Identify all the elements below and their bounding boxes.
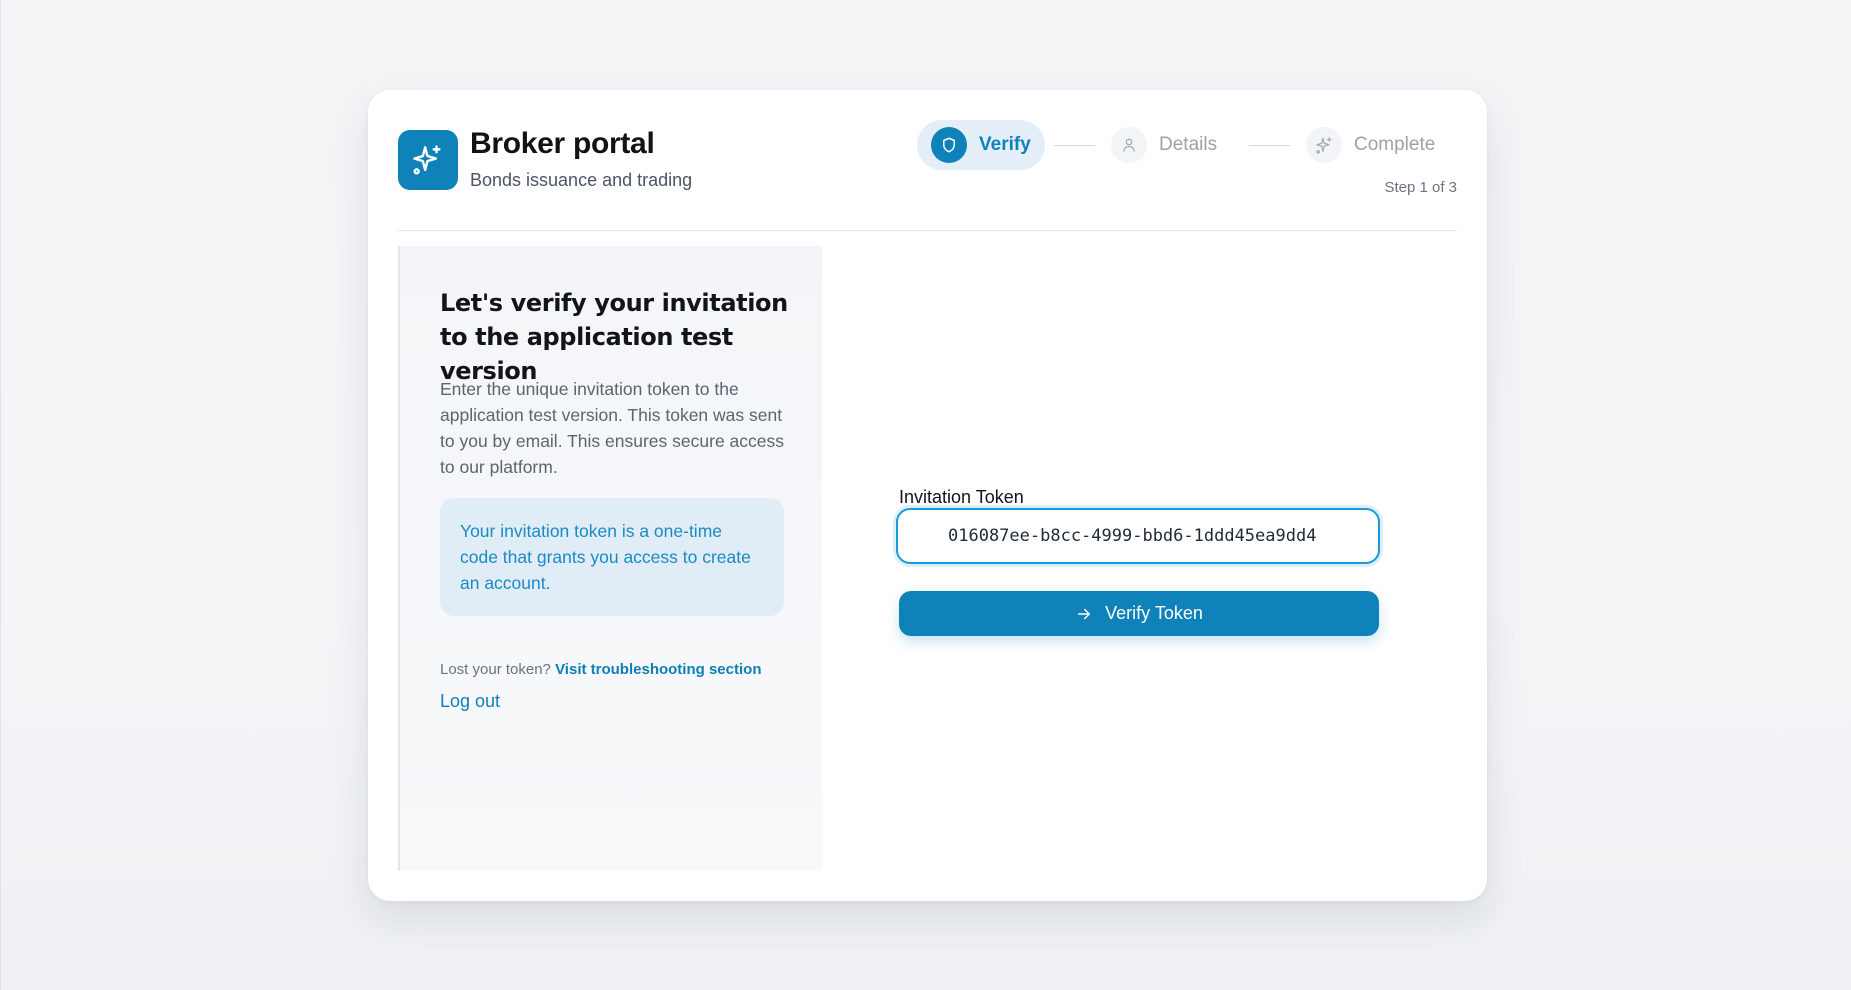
info-description: Enter the unique invitation token to the… [440, 379, 785, 477]
lost-token-row: Lost your token? Visit troubleshooting s… [440, 661, 761, 678]
step-details-label: Details [1159, 134, 1218, 155]
lost-token-text: Lost your token? [440, 661, 551, 678]
verify-token-label: Verify Token [1105, 603, 1203, 623]
arrow-right-icon [1078, 608, 1091, 619]
step-complete[interactable]: Complete [1306, 120, 1435, 170]
progress-stepper: Verify Details Complete [917, 120, 1462, 170]
step-details-badge [1111, 127, 1147, 163]
step-complete-badge [1306, 127, 1342, 163]
header-divider [398, 230, 1457, 231]
shield-icon [943, 137, 955, 153]
troubleshooting-link[interactable]: Visit troubleshooting section [555, 661, 761, 678]
app-title: Broker portal [470, 127, 655, 160]
step-verify[interactable]: Verify [917, 120, 1045, 170]
step-complete-label: Complete [1354, 134, 1436, 155]
sparkles-icon [413, 145, 441, 175]
token-input[interactable] [896, 508, 1380, 564]
page-background: Broker portal Bonds issuance and trading… [0, 0, 1851, 990]
app-logo [398, 130, 458, 190]
verify-token-button[interactable]: Verify Token [899, 591, 1379, 636]
info-heading: Let's verify your invitation to the appl… [440, 289, 788, 385]
info-callout: Your invitation token is a one-time code… [440, 498, 784, 616]
step-verify-label: Verify [979, 134, 1031, 155]
step-details[interactable]: Details [1111, 120, 1217, 170]
sparkles-icon [1315, 136, 1332, 154]
user-icon [1123, 138, 1135, 152]
step-connector [1054, 145, 1095, 146]
step-counter: Step 1 of 3 [1384, 179, 1457, 196]
step-verify-badge [931, 127, 967, 163]
onboarding-card: Broker portal Bonds issuance and trading… [368, 90, 1487, 901]
step-connector [1249, 145, 1290, 146]
token-field-label: Invitation Token [899, 487, 1024, 507]
logout-link[interactable]: Log out [440, 691, 500, 712]
app-subtitle: Bonds issuance and trading [470, 170, 693, 190]
info-panel: Let's verify your invitation to the appl… [398, 246, 822, 871]
